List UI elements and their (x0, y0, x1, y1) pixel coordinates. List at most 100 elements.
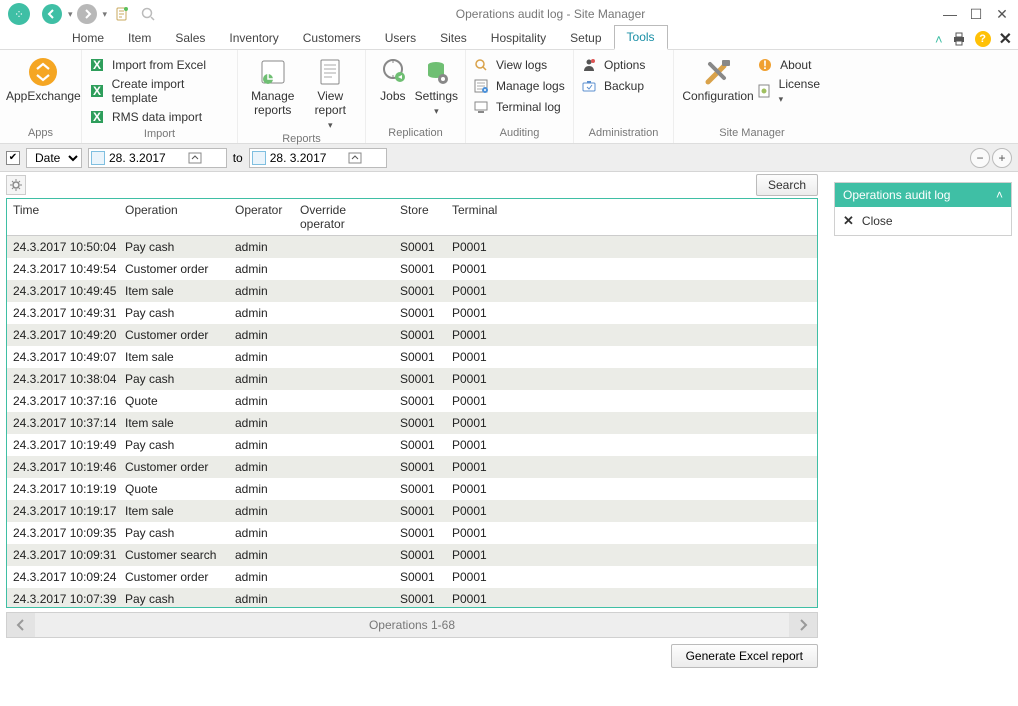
cell-store: S0001 (394, 262, 446, 276)
view-report-button[interactable]: View report▾ (302, 54, 360, 131)
table-row[interactable]: 24.3.2017 10:49:54Customer orderadminS00… (7, 258, 817, 280)
menu-item[interactable]: Item (116, 27, 163, 49)
table-row[interactable]: 24.3.2017 10:19:17Item saleadminS0001P00… (7, 500, 817, 522)
cell-store: S0001 (394, 328, 446, 342)
manage-reports-button[interactable]: Manage reports (244, 54, 302, 118)
menu-sales[interactable]: Sales (163, 27, 217, 49)
about[interactable]: !About (756, 56, 824, 74)
close-window-button[interactable]: ✕ (994, 6, 1010, 23)
configuration-button[interactable]: Configuration (680, 54, 756, 104)
cell-operator: admin (229, 526, 294, 540)
svg-text:X: X (93, 84, 101, 98)
table-row[interactable]: 24.3.2017 10:49:45Item saleadminS0001P00… (7, 280, 817, 302)
nav-forward-dropdown[interactable]: ▾ (103, 9, 108, 20)
gear-button[interactable] (6, 175, 26, 195)
table-row[interactable]: 24.3.2017 10:09:35Pay cashadminS0001P000… (7, 522, 817, 544)
backup[interactable]: Backup (580, 77, 645, 95)
page-next-button[interactable] (789, 613, 817, 637)
maximize-button[interactable]: ☐ (968, 6, 984, 23)
page-prev-button[interactable] (7, 613, 35, 637)
license[interactable]: License ▾ (756, 77, 824, 105)
backup-icon (580, 77, 598, 95)
cell-store: S0001 (394, 526, 446, 540)
table-row[interactable]: 24.3.2017 10:50:04Pay cashadminS0001P000… (7, 236, 817, 258)
menu-users[interactable]: Users (373, 27, 428, 49)
table-row[interactable]: 24.3.2017 10:38:04Pay cashadminS0001P000… (7, 368, 817, 390)
cell-operation: Pay cash (119, 592, 229, 606)
create-import-template[interactable]: XCreate import template (88, 77, 231, 105)
zoom-out-button[interactable]: − (970, 148, 990, 168)
cell-operation: Customer order (119, 262, 229, 276)
app-close-icon[interactable]: ✕ (999, 29, 1012, 49)
search-button[interactable]: Search (756, 174, 818, 196)
terminal-log[interactable]: Terminal log (472, 98, 565, 116)
cell-store: S0001 (394, 416, 446, 430)
appexchange-button[interactable]: AppExchange (6, 54, 81, 104)
col-operation-header[interactable]: Operation (119, 199, 229, 235)
col-terminal-header[interactable]: Terminal (446, 199, 506, 235)
terminal-log-label: Terminal log (496, 100, 561, 114)
ribbon-collapse-icon[interactable]: ˄ (935, 32, 943, 47)
col-store-header[interactable]: Store (394, 199, 446, 235)
table-row[interactable]: 24.3.2017 10:09:24Customer orderadminS00… (7, 566, 817, 588)
table-row[interactable]: 24.3.2017 10:37:16QuoteadminS0001P0001 (7, 390, 817, 412)
nav-back-icon[interactable] (42, 4, 62, 24)
generate-report-button[interactable]: Generate Excel report (671, 644, 818, 668)
menu-home[interactable]: Home (60, 27, 116, 49)
cell-operator: admin (229, 350, 294, 364)
menu-sites[interactable]: Sites (428, 27, 479, 49)
menu-customers[interactable]: Customers (291, 27, 373, 49)
menu-setup[interactable]: Setup (558, 27, 613, 49)
import-from-excel[interactable]: XImport from Excel (88, 56, 231, 74)
replication-settings-button[interactable]: Settings▾ (414, 54, 459, 118)
date-to-picker[interactable]: 28. 3.2017 (249, 148, 388, 168)
table-row[interactable]: 24.3.2017 10:19:46Customer orderadminS00… (7, 456, 817, 478)
menu-tools[interactable]: Tools (614, 25, 668, 50)
manage-logs[interactable]: Manage logs (472, 77, 565, 95)
filter-enable-checkbox[interactable]: ✔ (6, 151, 20, 165)
jobs-label: Jobs (380, 90, 405, 104)
cell-terminal: P0001 (446, 482, 506, 496)
cell-operation: Customer search (119, 548, 229, 562)
minimize-button[interactable]: — (942, 6, 958, 23)
table-row[interactable]: 24.3.2017 10:37:14Item saleadminS0001P00… (7, 412, 817, 434)
cell-terminal: P0001 (446, 526, 506, 540)
datepicker-dropdown-icon[interactable] (188, 151, 224, 165)
search-quick-icon[interactable] (137, 3, 159, 25)
side-panel-close[interactable]: ✕ Close (835, 207, 1011, 235)
col-override-header[interactable]: Override operator (294, 199, 394, 235)
nav-back-dropdown[interactable]: ▾ (68, 9, 73, 20)
side-panel-collapse-icon[interactable]: ˄ (996, 188, 1003, 202)
table-row[interactable]: 24.3.2017 10:07:39Pay cashadminS0001P000… (7, 588, 817, 607)
table-row[interactable]: 24.3.2017 10:49:07Item saleadminS0001P00… (7, 346, 817, 368)
create-import-template-icon: X (88, 82, 106, 100)
filter-type-dropdown[interactable]: Date (26, 148, 82, 168)
view-logs-label: View logs (496, 58, 547, 72)
cell-time: 24.3.2017 10:09:31 (7, 548, 119, 562)
menu-inventory[interactable]: Inventory (217, 27, 290, 49)
table-row[interactable]: 24.3.2017 10:19:19QuoteadminS0001P0001 (7, 478, 817, 500)
table-row[interactable]: 24.3.2017 10:49:31Pay cashadminS0001P000… (7, 302, 817, 324)
view-logs[interactable]: View logs (472, 56, 565, 74)
options[interactable]: Options (580, 56, 645, 74)
table-row[interactable]: 24.3.2017 10:49:20Customer orderadminS00… (7, 324, 817, 346)
print-icon[interactable] (951, 31, 967, 47)
nav-forward-icon[interactable] (77, 4, 97, 24)
help-icon[interactable]: ? (975, 31, 991, 47)
zoom-in-button[interactable]: + (992, 148, 1012, 168)
jobs-button[interactable]: Jobs (372, 54, 414, 104)
rms-data-import[interactable]: XRMS data import (88, 108, 231, 126)
cell-operation: Pay cash (119, 306, 229, 320)
cell-operation: Quote (119, 482, 229, 496)
col-operator-header[interactable]: Operator (229, 199, 294, 235)
grid-body[interactable]: 24.3.2017 10:50:04Pay cashadminS0001P000… (7, 236, 817, 607)
datepicker-dropdown-icon[interactable] (348, 151, 384, 165)
cell-time: 24.3.2017 10:07:39 (7, 592, 119, 606)
col-time-header[interactable]: Time (7, 199, 119, 235)
menu-hospitality[interactable]: Hospitality (479, 27, 558, 49)
date-from-picker[interactable]: 28. 3.2017 (88, 148, 227, 168)
note-icon[interactable] (111, 3, 133, 25)
ribbon-group-replication: Jobs Settings▾ Replication (366, 50, 466, 143)
table-row[interactable]: 24.3.2017 10:09:31Customer searchadminS0… (7, 544, 817, 566)
table-row[interactable]: 24.3.2017 10:19:49Pay cashadminS0001P000… (7, 434, 817, 456)
